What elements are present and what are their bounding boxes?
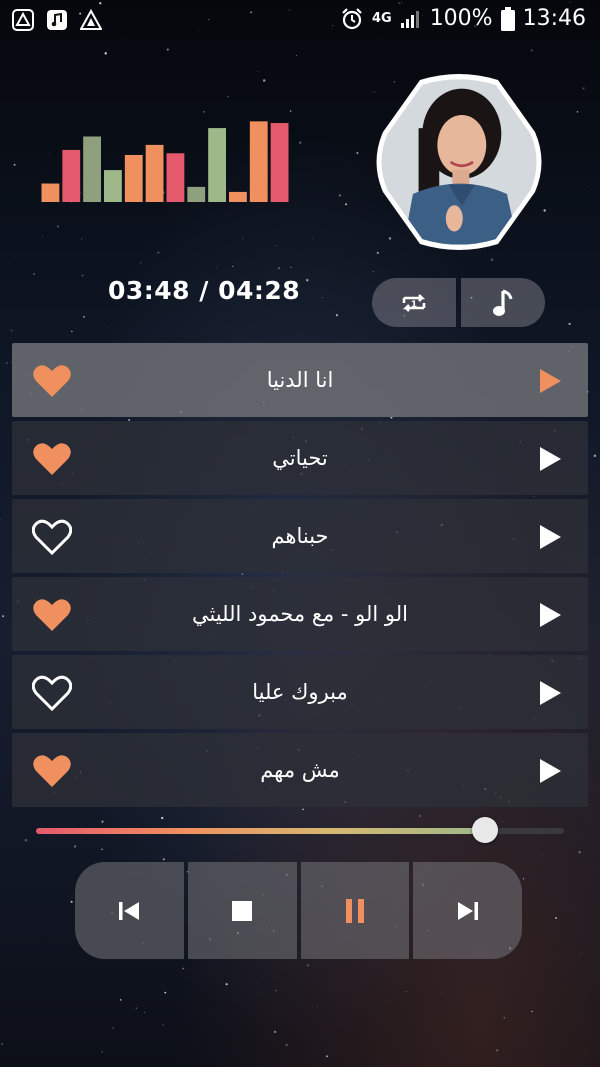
seek-progress	[36, 828, 485, 834]
next-icon	[457, 901, 478, 920]
transport-controls	[75, 862, 522, 959]
clock: 13:46	[522, 6, 586, 31]
playlist-row[interactable]: مش مهم	[12, 733, 588, 807]
play-icon[interactable]	[538, 680, 562, 706]
alarm-icon	[342, 7, 362, 29]
equalizer-bar	[145, 144, 164, 202]
music-library-button[interactable]	[461, 278, 545, 327]
song-title: انا الدنيا	[266, 368, 334, 392]
battery-percent: 100%	[429, 6, 493, 31]
equalizer-bar	[83, 136, 101, 202]
play-icon[interactable]	[538, 758, 562, 784]
artist-avatar	[376, 74, 542, 250]
equalizer-bar	[62, 149, 81, 202]
heart-icon[interactable]	[32, 363, 72, 399]
heart-icon[interactable]	[32, 441, 72, 477]
heart-icon[interactable]	[32, 675, 72, 711]
song-title: حبناهم	[271, 524, 329, 548]
repeat-one-icon: 1	[402, 293, 426, 312]
play-icon[interactable]	[538, 446, 562, 472]
seek-bar[interactable]	[36, 817, 564, 843]
play-icon[interactable]	[538, 524, 562, 550]
equalizer-bar	[166, 153, 185, 202]
seek-thumb[interactable]	[471, 817, 498, 843]
repeat-one-button[interactable]: 1	[372, 278, 456, 327]
heart-icon[interactable]	[32, 753, 72, 789]
status-bar: 4G 100% 13:46	[0, 0, 600, 42]
equalizer-visualizer	[41, 121, 289, 202]
heart-icon[interactable]	[32, 597, 72, 633]
playlist-row[interactable]: انا الدنيا	[12, 343, 588, 417]
warning-triangle-icon	[12, 9, 34, 31]
equalizer-bar	[208, 128, 226, 202]
playlist-row[interactable]: مبروك عليا	[12, 655, 588, 729]
network-type: 4G	[371, 11, 392, 26]
stop-icon	[232, 900, 253, 921]
playlist-row[interactable]: الو الو - مع محمود الليثي	[12, 577, 588, 651]
song-title: مش مهم	[260, 758, 340, 782]
play-icon[interactable]	[538, 368, 562, 394]
music-note-icon	[493, 289, 513, 316]
equalizer-bar	[124, 154, 143, 202]
playlist: انا الدنيا تحياتي حبناهم الو الو - مع مح…	[12, 343, 588, 811]
heart-icon[interactable]	[32, 519, 72, 555]
pause-button[interactable]	[300, 862, 410, 959]
playlist-row[interactable]: تحياتي	[12, 421, 588, 495]
warning-triangle-icon	[80, 9, 102, 30]
equalizer-bar	[229, 191, 247, 202]
svg-text:1: 1	[411, 300, 417, 310]
previous-button[interactable]	[75, 862, 184, 959]
music-file-icon	[47, 10, 67, 30]
pause-icon	[345, 898, 364, 923]
song-title: مبروك عليا	[252, 680, 348, 704]
song-title: الو الو - مع محمود الليثي	[191, 602, 409, 626]
stop-button[interactable]	[187, 862, 297, 959]
equalizer-bar	[104, 170, 122, 202]
time-display: 03:48 / 04:28	[108, 276, 301, 305]
equalizer-bar	[187, 186, 206, 202]
equalizer-bar	[249, 121, 268, 202]
equalizer-bar	[41, 183, 60, 202]
song-title: تحياتي	[272, 446, 328, 470]
signal-icon	[400, 10, 419, 28]
mode-buttons: 1	[372, 278, 545, 327]
play-icon[interactable]	[538, 602, 562, 628]
playlist-row[interactable]: حبناهم	[12, 499, 588, 573]
equalizer-bar	[270, 123, 289, 202]
previous-icon	[119, 901, 140, 920]
battery-icon	[500, 6, 515, 31]
next-button[interactable]	[413, 862, 522, 959]
